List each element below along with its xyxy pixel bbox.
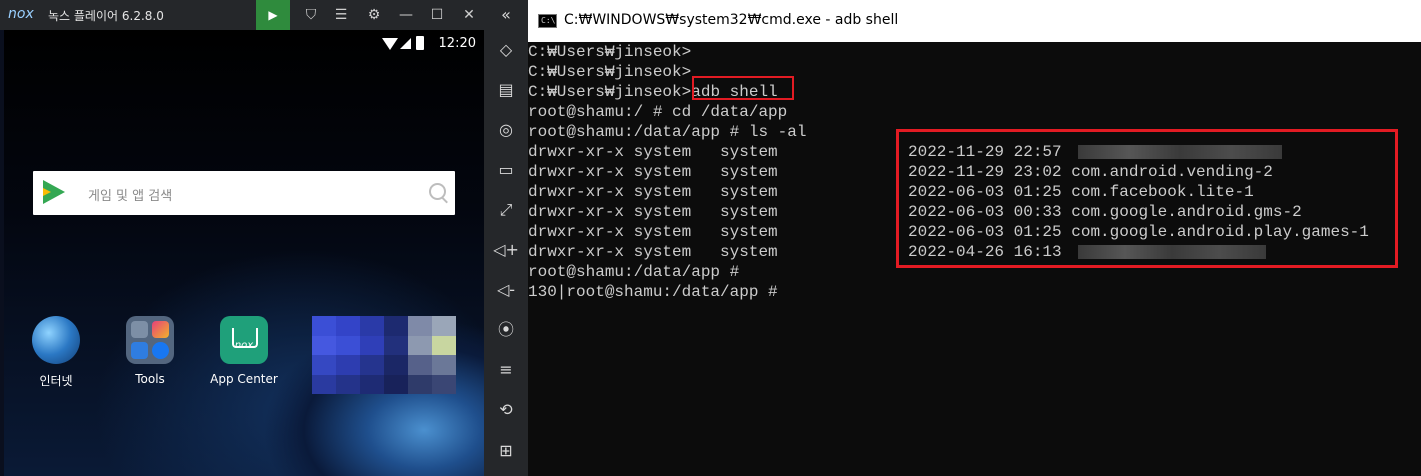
maximize-button[interactable]: ☐ bbox=[422, 0, 452, 30]
listing-highlight-box bbox=[896, 129, 1398, 268]
console-line: C:₩Users₩jinseok> bbox=[528, 63, 692, 81]
rotate-icon[interactable]: ◇ bbox=[484, 35, 528, 65]
play-store-button[interactable]: ▶ bbox=[256, 0, 290, 30]
menu-icon[interactable]: ☰ bbox=[326, 0, 356, 30]
android-home-screen: 12:20 게임 및 앱 검색 인터넷 Tools nox App Center bbox=[4, 30, 484, 476]
google-play-icon bbox=[43, 180, 65, 204]
console-line: root@shamu:/data/app # ls -al bbox=[528, 123, 807, 141]
volume-up-icon[interactable]: ◁+ bbox=[484, 235, 528, 265]
app-internet[interactable]: 인터넷 bbox=[16, 316, 96, 389]
listing-perm: drwxr-xr-x system system bbox=[528, 223, 778, 241]
settings-gear-icon[interactable]: ⚙ bbox=[359, 0, 389, 30]
volume-down-icon[interactable]: ◁- bbox=[484, 275, 528, 305]
apk-install-icon[interactable]: ⊞ bbox=[484, 436, 528, 466]
app-tools-folder[interactable]: Tools bbox=[110, 316, 190, 386]
console-line: root@shamu:/ # cd /data/app bbox=[528, 103, 788, 121]
console-line: root@shamu:/data/app # bbox=[528, 263, 740, 281]
console-prompt: C:₩Users₩jinseok> bbox=[528, 83, 692, 101]
keyboard-icon[interactable]: ▤ bbox=[484, 75, 528, 105]
cmd-window-title: C:₩WINDOWS₩system32₩cmd.exe - adb shell bbox=[564, 12, 899, 28]
tools-folder-icon bbox=[126, 316, 174, 364]
globe-icon bbox=[32, 316, 80, 364]
macro-icon[interactable]: ⟲ bbox=[484, 395, 528, 425]
theme-shirt-icon[interactable]: ⛉ bbox=[296, 0, 326, 30]
search-icon[interactable] bbox=[429, 183, 446, 200]
app-center-bag-icon: nox bbox=[220, 316, 268, 364]
listing-perm: drwxr-xr-x system system bbox=[528, 183, 778, 201]
listing-perm: drwxr-xr-x system system bbox=[528, 143, 778, 161]
app-app-center[interactable]: nox App Center bbox=[204, 316, 284, 386]
play-search-bar[interactable]: 게임 및 앱 검색 bbox=[33, 171, 455, 215]
signal-icon bbox=[400, 38, 411, 49]
app-label: App Center bbox=[210, 372, 278, 386]
close-button[interactable]: ✕ bbox=[454, 0, 484, 30]
collapse-chevron-icon[interactable]: « bbox=[484, 0, 528, 30]
pixelated-app-icon bbox=[312, 316, 456, 394]
battery-icon bbox=[416, 36, 424, 50]
console-line: 130|root@shamu:/data/app # bbox=[528, 283, 778, 301]
location-icon[interactable]: ◎ bbox=[484, 115, 528, 145]
console-line: C:₩Users₩jinseok> bbox=[528, 43, 692, 61]
app-center-icon-text: nox bbox=[234, 340, 254, 351]
listing-perm: drwxr-xr-x system system bbox=[528, 243, 778, 261]
listing-perm: drwxr-xr-x system system bbox=[528, 203, 778, 221]
cmd-icon: C:\ bbox=[538, 14, 557, 28]
adb-command-highlight-box bbox=[692, 76, 794, 100]
nox-side-toolbar: « ◇ ▤ ◎ ▭ ⤢ ◁+ ◁- ⦿ ≡ ⟲ ⊞ bbox=[484, 0, 529, 476]
camera-icon bbox=[131, 321, 148, 338]
file-icon bbox=[131, 342, 148, 359]
app-label: Tools bbox=[135, 372, 165, 386]
app-label: 인터넷 bbox=[39, 374, 73, 388]
nox-window-title: 녹스 플레이어 6.2.8.0 bbox=[48, 9, 164, 23]
nox-logo: nox bbox=[8, 6, 34, 22]
cmd-window: C:\ C:₩WINDOWS₩system32₩cmd.exe - adb sh… bbox=[528, 0, 1421, 476]
minimize-button[interactable]: — bbox=[391, 0, 421, 30]
multi-instance-icon[interactable]: ≡ bbox=[484, 355, 528, 385]
screenshot-icon[interactable]: ⦿ bbox=[484, 315, 528, 345]
nox-player-window: nox 녹스 플레이어 6.2.8.0 ▶ ⛉ ☰ ⚙ — ☐ ✕ 12:20 … bbox=[0, 0, 484, 476]
fullscreen-icon[interactable]: ⤢ bbox=[484, 195, 528, 225]
screen-icon[interactable]: ▭ bbox=[484, 155, 528, 185]
cmd-icon-text: C:\ bbox=[541, 16, 556, 25]
nox-title-bar[interactable]: nox 녹스 플레이어 6.2.8.0 ▶ ⛉ ☰ ⚙ — ☐ ✕ bbox=[0, 0, 484, 30]
facebook-icon bbox=[152, 342, 169, 359]
status-clock: 12:20 bbox=[438, 36, 476, 51]
gallery-icon bbox=[152, 321, 169, 338]
listing-perm: drwxr-xr-x system system bbox=[528, 163, 778, 181]
wifi-icon bbox=[382, 38, 398, 50]
cmd-title-bar[interactable]: C:\ C:₩WINDOWS₩system32₩cmd.exe - adb sh… bbox=[528, 0, 1421, 42]
search-placeholder: 게임 및 앱 검색 bbox=[88, 189, 173, 204]
